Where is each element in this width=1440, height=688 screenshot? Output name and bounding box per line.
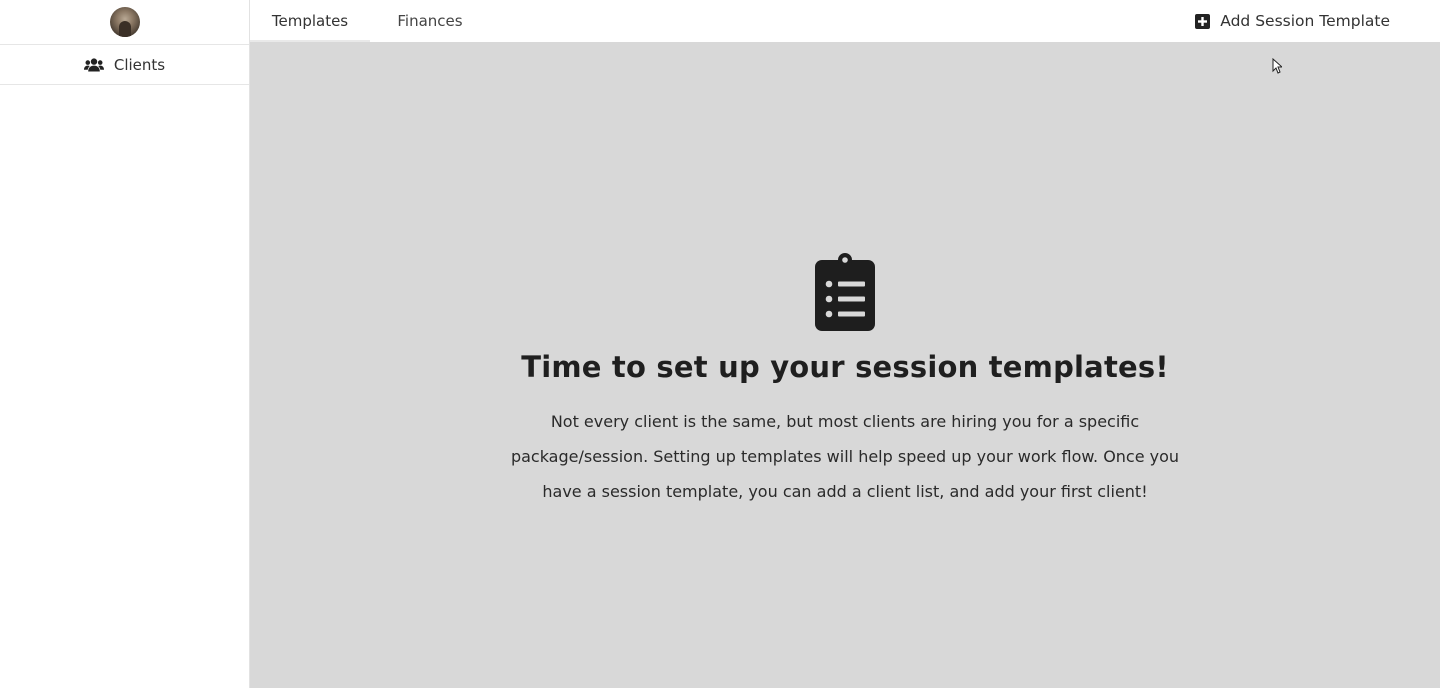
sidebar-item-clients[interactable]: Clients — [0, 45, 249, 85]
app-window: Clients Templates Finances Add Session T… — [0, 0, 1440, 688]
sidebar-item-label: Clients — [113, 55, 166, 74]
header-spacer — [490, 0, 1195, 42]
empty-state-description: Not every client is the same, but most c… — [510, 412, 1180, 501]
add-button-label: Add Session Template — [1220, 12, 1390, 30]
plus-square-icon — [1195, 13, 1211, 29]
avatar[interactable] — [109, 7, 140, 37]
mouse-cursor-icon — [1272, 58, 1282, 74]
sidebar: Clients — [0, 0, 250, 688]
tab-templates[interactable]: Templates — [250, 0, 370, 42]
users-icon — [83, 57, 104, 72]
top-bar: Templates Finances Add Session Template — [250, 0, 1440, 42]
main-content: Time to set up your session templates! N… — [250, 42, 1440, 688]
tab-label: Templates — [271, 12, 349, 30]
tab-label: Finances — [397, 12, 463, 30]
empty-state: Time to set up your session templates! N… — [250, 252, 1440, 509]
tab-finances[interactable]: Finances — [370, 0, 490, 42]
clipboard-list-icon — [815, 253, 875, 331]
add-session-template-button[interactable]: Add Session Template — [1195, 0, 1440, 42]
empty-state-title: Time to set up your session templates! — [521, 350, 1169, 384]
sidebar-header — [0, 0, 249, 45]
